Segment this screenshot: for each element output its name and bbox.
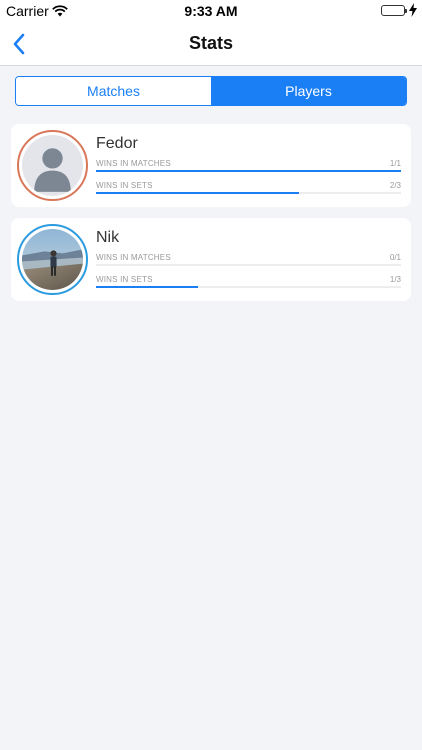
progress-track-matches: [96, 170, 401, 172]
tab-players[interactable]: Players: [211, 77, 406, 105]
progress-bar-sets: [96, 192, 300, 194]
navigation-bar: Stats: [0, 22, 422, 66]
stat-label-matches: WINS IN MATCHES: [96, 159, 171, 168]
progress-bar-matches: [96, 170, 401, 172]
clock: 9:33 AM: [184, 3, 238, 19]
page-title: Stats: [188, 33, 233, 53]
progress-track-sets: [96, 192, 401, 194]
battery-icon: [381, 5, 407, 16]
stat-value-matches: 0/1: [389, 253, 401, 262]
avatar-ring: [17, 130, 88, 201]
progress-bar-sets: [96, 286, 198, 288]
stat-label-matches: WINS IN MATCHES: [96, 253, 171, 262]
segmented-control: Matches Players: [15, 76, 407, 106]
stat-label-sets: WINS IN SETS: [96, 181, 153, 190]
stat-label-sets: WINS IN SETS: [96, 275, 153, 284]
progress-track-matches: [96, 264, 401, 266]
player-card[interactable]: Fedor WINS IN MATCHES 1/1 WINS IN SETS 2…: [11, 124, 411, 207]
stat-value-sets: 2/3: [389, 181, 401, 190]
avatar-ring: [17, 224, 88, 295]
avatar-placeholder: [22, 135, 83, 196]
stat-value-sets: 1/3: [389, 275, 401, 284]
status-bar: Carrier 9:33 AM: [0, 0, 422, 22]
player-name: Nik: [96, 229, 120, 246]
tab-matches[interactable]: Matches: [16, 77, 211, 105]
stat-value-matches: 1/1: [389, 159, 401, 168]
progress-track-sets: [96, 286, 401, 288]
player-card[interactable]: Nik WINS IN MATCHES 0/1 WINS IN SETS 1/3: [11, 218, 411, 301]
player-name: Fedor: [96, 135, 138, 152]
charging-bolt-icon: [409, 3, 417, 20]
avatar-photo: [22, 229, 83, 290]
